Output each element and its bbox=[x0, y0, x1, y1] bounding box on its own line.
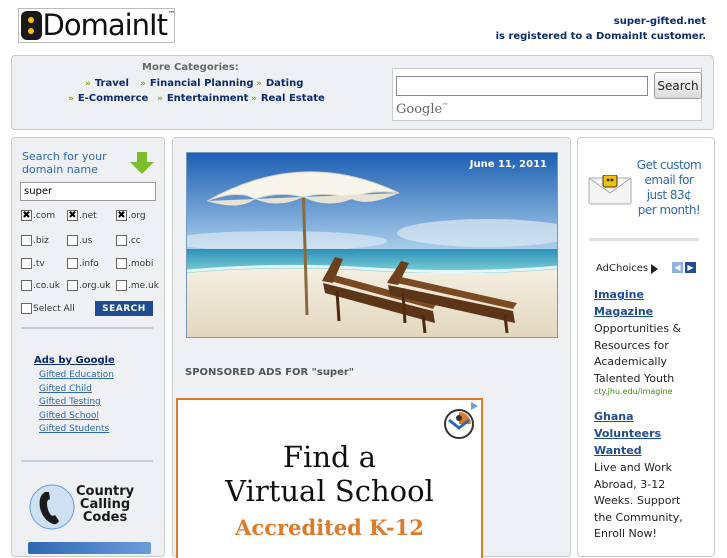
registered-domain: super-gifted.net bbox=[613, 16, 706, 27]
ad-title-imagine-magazine[interactable]: Imagine Magazine bbox=[594, 286, 704, 320]
ad-subheadline: Accredited K-12 bbox=[235, 515, 424, 540]
domain-search-button[interactable]: SEARCH bbox=[95, 301, 153, 316]
main-content: June 11, 2011 SPONSORED ADS FOR "super" … bbox=[172, 137, 571, 558]
tld-checkbox[interactable]: .mobi bbox=[116, 258, 153, 269]
search-button[interactable]: Search bbox=[654, 72, 702, 99]
ad-link-gifted-school[interactable]: Gifted School bbox=[39, 411, 99, 421]
ad-link-gifted-testing[interactable]: Gifted Testing bbox=[39, 397, 101, 407]
google-logo: Google™ bbox=[396, 102, 449, 117]
registration-text: is registered to a DomainIt customer. bbox=[495, 31, 706, 42]
checkbox[interactable] bbox=[21, 258, 32, 269]
category-travel[interactable]: Travel bbox=[85, 78, 129, 89]
domain-search-panel: Search for your domain name super ✖ .com ✖… bbox=[11, 137, 165, 557]
tld-label: .org bbox=[128, 210, 146, 221]
tld-checkbox[interactable]: .info bbox=[67, 258, 99, 269]
virtual-school-ad[interactable]: Find a Virtual School Accredited K-12 bbox=[176, 398, 483, 558]
adchoices-label[interactable]: AdChoices bbox=[596, 263, 659, 274]
ad-nav-arrows: ◀ ▶ bbox=[672, 262, 696, 273]
categories-title: More Categories: bbox=[142, 62, 239, 73]
category-financial-planning[interactable]: Financial Planning bbox=[140, 78, 254, 89]
tld-label: .org.uk bbox=[79, 280, 111, 291]
domain-search-title: Search for your domain name bbox=[22, 150, 107, 176]
google-search-box: Search Google™ bbox=[392, 68, 702, 121]
tld-label: .me.uk bbox=[128, 280, 159, 291]
tld-label: .tv bbox=[33, 258, 45, 269]
school-logo-icon bbox=[444, 409, 474, 439]
tld-checkbox[interactable]: .biz bbox=[21, 235, 49, 246]
tld-label: .net bbox=[79, 210, 97, 221]
checkbox[interactable] bbox=[21, 303, 32, 314]
category-entertainment[interactable]: Entertainment bbox=[157, 93, 249, 104]
tld-checkbox[interactable]: ✖ .com bbox=[21, 210, 55, 221]
select-all-checkbox[interactable]: Select All bbox=[21, 303, 75, 314]
checkbox[interactable] bbox=[67, 258, 78, 269]
next-arrow-icon[interactable]: ▶ bbox=[685, 262, 696, 273]
search-input[interactable] bbox=[396, 76, 648, 96]
ad-url[interactable]: cty.jhu.edu/imagine bbox=[594, 387, 673, 396]
tld-label: .info bbox=[79, 258, 99, 269]
checked-checkbox-icon[interactable]: ✖ bbox=[67, 210, 78, 221]
divider bbox=[589, 238, 699, 241]
tld-checkbox[interactable]: .us bbox=[67, 235, 92, 246]
select-all-label: Select All bbox=[33, 303, 75, 314]
divider bbox=[21, 460, 153, 462]
ad-description: Live and Work Abroad, 3-12 Weeks. Suppor… bbox=[594, 461, 683, 540]
right-ad-panel: Get custom email for just 83¢ per month!… bbox=[577, 137, 715, 557]
tld-checkbox[interactable]: .co.uk bbox=[21, 280, 60, 291]
tld-checkbox[interactable]: .cc bbox=[116, 235, 141, 246]
divider bbox=[21, 327, 153, 329]
category-bar: More Categories: Travel Financial Planni… bbox=[11, 55, 714, 130]
logo-badge-icon bbox=[21, 11, 42, 40]
sponsored-ads-label: SPONSORED ADS FOR "super" bbox=[185, 367, 355, 378]
ad-link-gifted-child[interactable]: Gifted Child bbox=[39, 384, 92, 394]
adchoices-icon bbox=[651, 263, 659, 274]
ad-title-ghana-volunteers[interactable]: Ghana Volunteers Wanted bbox=[594, 408, 704, 459]
phone-icon[interactable] bbox=[29, 484, 75, 530]
ad-link-gifted-students[interactable]: Gifted Students bbox=[39, 424, 109, 434]
tld-label: .biz bbox=[33, 235, 49, 246]
photo-date: June 11, 2011 bbox=[469, 159, 547, 170]
tld-label: .cc bbox=[128, 235, 141, 246]
checkbox[interactable] bbox=[116, 258, 127, 269]
checkbox[interactable] bbox=[21, 280, 32, 291]
checkbox[interactable] bbox=[21, 235, 32, 246]
domain-search-input[interactable]: super bbox=[20, 182, 156, 201]
domainit-logo[interactable]: DomainIt™ bbox=[18, 8, 175, 43]
country-calling-codes-link[interactable]: Country Calling Codes bbox=[76, 485, 134, 524]
tld-checkbox[interactable]: .me.uk bbox=[116, 280, 159, 291]
ad-headline: Find a Virtual School bbox=[225, 440, 434, 508]
tld-checkbox[interactable]: ✖ .net bbox=[67, 210, 97, 221]
prev-arrow-icon[interactable]: ◀ bbox=[672, 262, 683, 273]
beach-photo: June 11, 2011 bbox=[186, 152, 558, 338]
checked-checkbox-icon[interactable]: ✖ bbox=[21, 210, 32, 221]
ad-description: Opportunities & Resources for Academical… bbox=[594, 322, 682, 385]
tld-checkbox[interactable]: .org.uk bbox=[67, 280, 110, 291]
bottom-banner[interactable] bbox=[28, 542, 151, 554]
category-dating[interactable]: Dating bbox=[256, 78, 304, 89]
logo-text: DomainIt™ bbox=[42, 8, 175, 42]
checkbox[interactable] bbox=[116, 235, 127, 246]
registration-notice: super-gifted.net is registered to a Doma… bbox=[496, 14, 706, 44]
email-promo-link[interactable]: Get custom email for just 83¢ per month! bbox=[636, 158, 702, 218]
tld-label: .com bbox=[33, 210, 56, 221]
category-real-estate[interactable]: Real Estate bbox=[251, 93, 325, 104]
tld-checkbox[interactable]: ✖ .org bbox=[116, 210, 146, 221]
beach-umbrella-image bbox=[187, 153, 557, 337]
tld-checkbox[interactable]: .tv bbox=[21, 258, 45, 269]
category-ecommerce[interactable]: E-Commerce bbox=[68, 93, 148, 104]
checkbox[interactable] bbox=[67, 280, 78, 291]
tld-label: .mobi bbox=[128, 258, 154, 269]
email-envelope-icon[interactable] bbox=[588, 175, 632, 205]
checkbox[interactable] bbox=[67, 235, 78, 246]
checkbox[interactable] bbox=[116, 280, 127, 291]
tld-label: .co.uk bbox=[33, 280, 60, 291]
checked-checkbox-icon[interactable]: ✖ bbox=[116, 210, 127, 221]
ad-link-gifted-education[interactable]: Gifted Education bbox=[39, 370, 114, 380]
down-arrow-icon bbox=[130, 152, 154, 174]
ads-by-google-title[interactable]: Ads by Google bbox=[34, 355, 115, 366]
tld-label: .us bbox=[79, 235, 93, 246]
